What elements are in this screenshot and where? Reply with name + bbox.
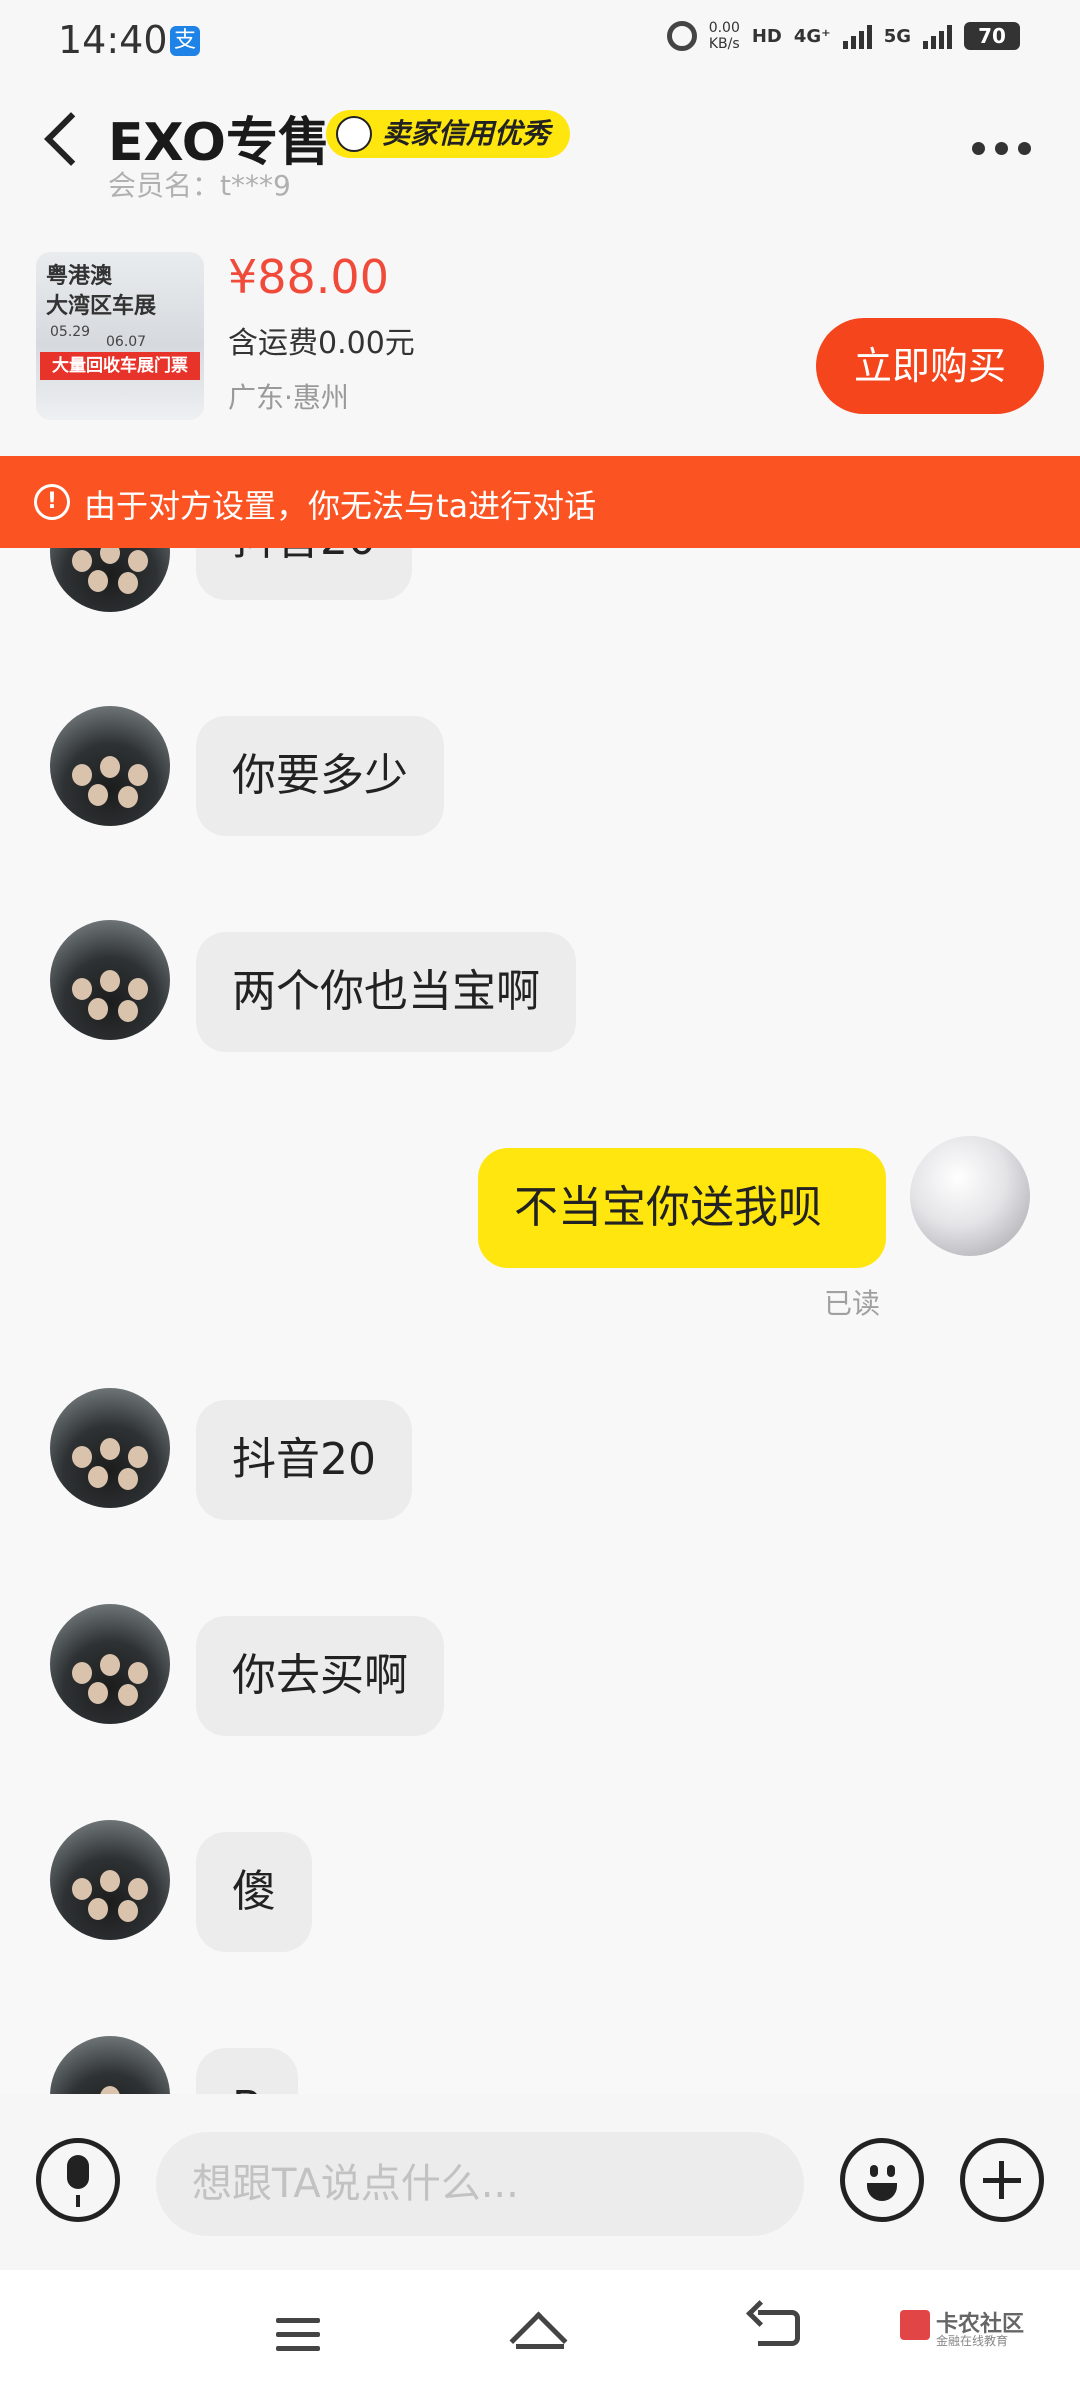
seller-avatar[interactable] (50, 1604, 170, 1724)
battery-icon: 70 (964, 22, 1020, 50)
alarm-icon (666, 21, 697, 51)
buy-now-button[interactable]: 立即购买 (816, 318, 1044, 414)
watermark-logo-icon (900, 2310, 930, 2340)
status-indicators: 0.00 KB/s HD 4G⁺ 5G 70 (666, 20, 1020, 52)
home-icon[interactable] (509, 2311, 568, 2370)
self-avatar[interactable] (910, 1136, 1030, 1256)
emoji-icon[interactable] (840, 2138, 924, 2222)
product-price: ¥88.00 (228, 250, 389, 304)
message-bubble[interactable]: 抖音20 (196, 548, 412, 600)
plus-icon[interactable] (960, 2138, 1044, 2222)
chat-messages[interactable]: 抖音20 你要多少 两个你也当宝啊 不当宝你送我呗 已读 抖音20 你去买啊 傻… (0, 548, 1080, 2094)
seller-avatar[interactable] (50, 548, 170, 612)
signal-5g-icon (923, 23, 952, 49)
member-name: 会员名：t***9 (108, 169, 291, 202)
network-5g-label: 5G (883, 25, 911, 47)
hd-indicator: HD (751, 25, 782, 47)
seller-avatar[interactable] (50, 2036, 170, 2094)
product-location: 广东·惠州 (228, 381, 349, 414)
read-status: 已读 (824, 1287, 881, 1320)
message-bubble[interactable]: 傻 (196, 1832, 312, 1952)
seller-avatar[interactable] (50, 1388, 170, 1508)
alipay-icon: 支 (170, 26, 200, 56)
credit-badge: 卖家信用优秀 (326, 110, 571, 158)
watermark-subtitle: 金融在线教育 (936, 2334, 1009, 2348)
warning-banner: ! 由于对方设置，你无法与ta进行对话 (0, 456, 1080, 548)
network-speed: 0.00 KB/s (708, 20, 740, 52)
seller-avatar[interactable] (50, 920, 170, 1040)
message-bubble[interactable]: B (196, 2048, 299, 2094)
message-input[interactable] (156, 2132, 804, 2236)
network-4g-label: 4G⁺ (793, 25, 831, 47)
system-nav-bar: 卡农社区 金融在线教育 (0, 2270, 1080, 2400)
signal-4g-icon (842, 23, 872, 49)
status-time: 14:40 (58, 18, 168, 62)
message-bubble[interactable]: 你要多少 (196, 716, 444, 836)
warning-text: 由于对方设置，你无法与ta进行对话 (84, 487, 597, 525)
shipping-fee: 含运费0.00元 (228, 326, 415, 361)
status-bar: 14:40 支 0.00 KB/s HD 4G⁺ 5G 70 (0, 0, 1080, 80)
chevron-left-icon[interactable] (44, 112, 98, 166)
more-dots-icon[interactable] (972, 142, 1031, 155)
product-thumbnail[interactable]: 粤港澳 大湾区车展 05.29 06.07 大量回收车展门票 (36, 252, 204, 420)
message-bubble-self[interactable]: 不当宝你送我呗 (478, 1148, 886, 1268)
message-bubble[interactable]: 两个你也当宝啊 (196, 932, 576, 1052)
seller-avatar[interactable] (50, 706, 170, 826)
input-bar (0, 2094, 1080, 2270)
microphone-icon[interactable] (36, 2138, 120, 2222)
warning-icon: ! (34, 484, 70, 520)
message-bubble[interactable]: 你去买啊 (196, 1616, 444, 1736)
seller-avatar[interactable] (50, 1820, 170, 1940)
menu-icon[interactable] (276, 2318, 320, 2360)
wink-face-icon (336, 116, 372, 152)
message-bubble[interactable]: 抖音20 (196, 1400, 412, 1520)
